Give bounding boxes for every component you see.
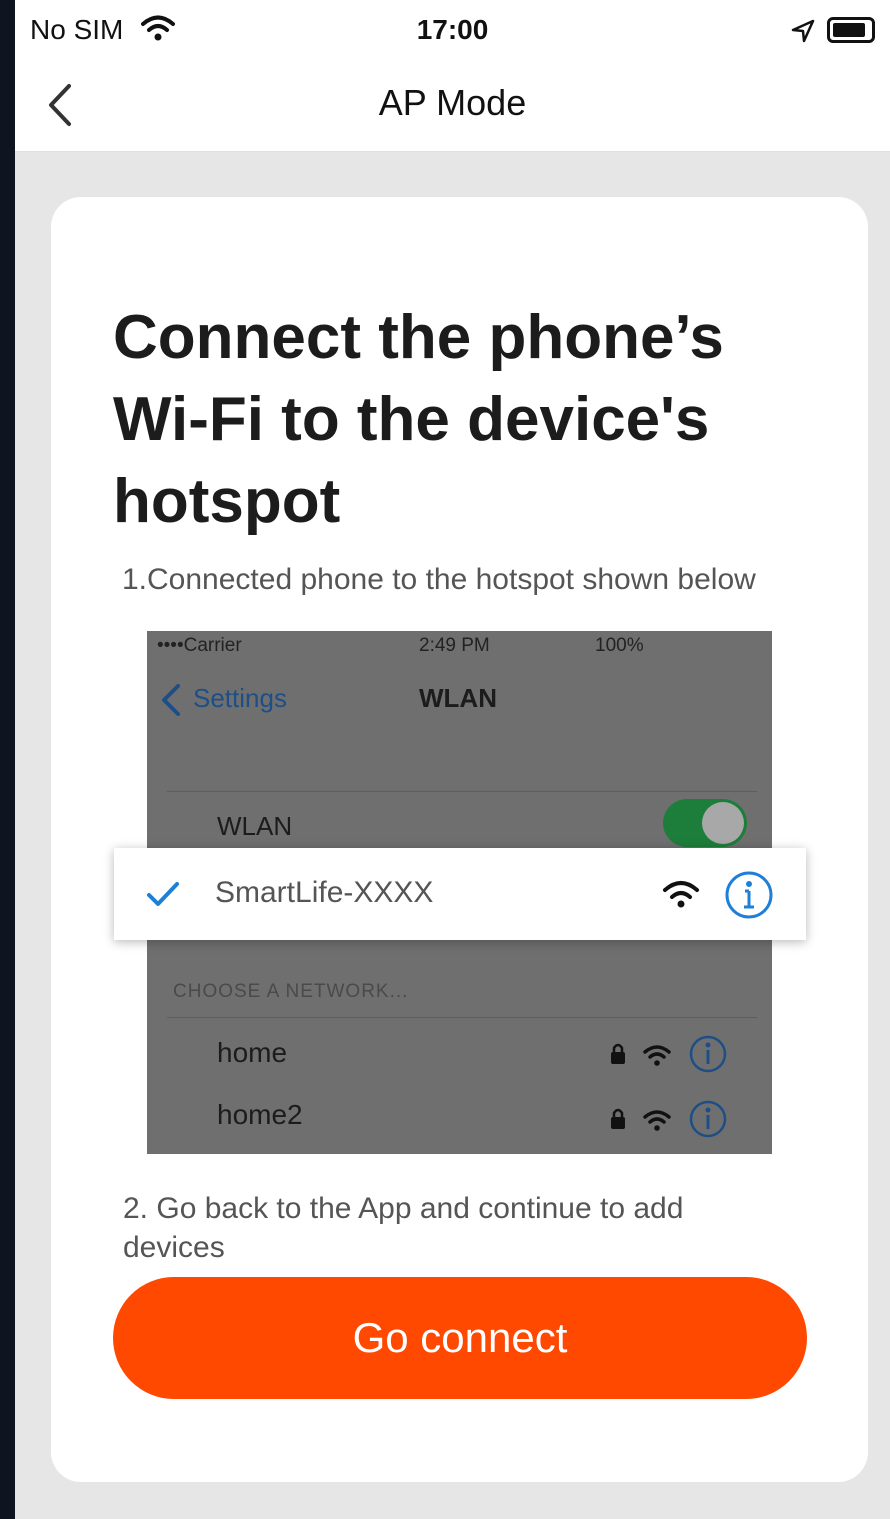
illustration-network-name: home bbox=[217, 1037, 288, 1068]
status-bar: No SIM 17:00 bbox=[15, 0, 890, 60]
battery-icon bbox=[827, 17, 875, 43]
settings-back-icon bbox=[162, 684, 180, 716]
illustration-time: 2:49 PM bbox=[419, 635, 490, 656]
illustration-wlan-toggle bbox=[663, 799, 747, 847]
instruction-heading: Connect the phone’s Wi-Fi to the device'… bbox=[113, 303, 724, 536]
lock-wifi-info-icon bbox=[611, 1035, 727, 1073]
wifi-icon bbox=[663, 881, 699, 908]
clock: 17:00 bbox=[416, 14, 489, 45]
illustration-settings-link: Settings bbox=[193, 683, 287, 713]
checkmark-icon bbox=[147, 882, 179, 906]
instruction-card: Connect the phone’s Wi-Fi to the device'… bbox=[51, 197, 868, 1482]
illustration-title: WLAN bbox=[419, 683, 497, 713]
illustration-carrier: ••••Carrier ⁠ bbox=[157, 635, 247, 656]
divider bbox=[167, 791, 757, 792]
step-two-text: 2. Go back to the App and continue to ad… bbox=[123, 1192, 684, 1264]
step-one-text: 1.Connected phone to the hotspot shown b… bbox=[122, 563, 756, 596]
navigation-bar: AP Mode bbox=[15, 60, 890, 152]
selected-network-name: SmartLife-XXXX bbox=[215, 876, 434, 909]
lock-wifi-info-icon bbox=[611, 1100, 727, 1138]
phone-screen: No SIM 17:00 AP Mode Connect the phone’s… bbox=[15, 0, 890, 1519]
divider bbox=[167, 1017, 757, 1018]
illustration-battery: 100% bbox=[595, 635, 644, 656]
illustration-network-name: home2 bbox=[217, 1099, 303, 1130]
go-connect-button[interactable]: Go connect bbox=[113, 1277, 807, 1399]
illustration-choose-network: CHOOSE A NETWORK... bbox=[173, 981, 409, 1002]
info-icon bbox=[725, 871, 773, 919]
selected-network-row: SmartLife-XXXX bbox=[114, 848, 806, 940]
page-title: AP Mode bbox=[378, 82, 527, 123]
location-arrow-icon bbox=[791, 19, 815, 43]
illustration-wlan-label: WLAN bbox=[217, 811, 293, 841]
